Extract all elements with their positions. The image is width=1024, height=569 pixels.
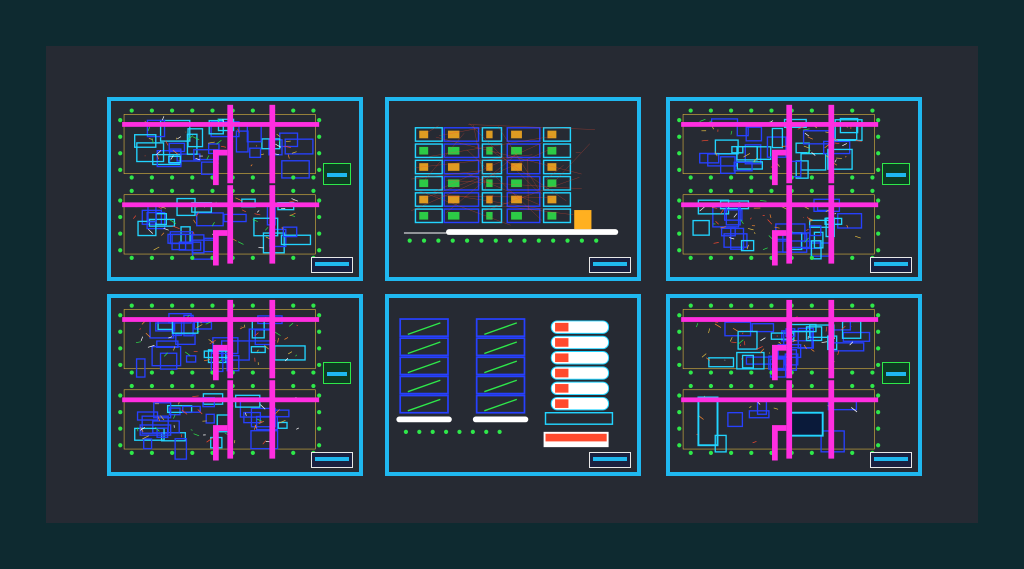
sheet-floor-plan-2[interactable] — [666, 97, 922, 281]
title-block — [870, 257, 912, 273]
sections-drawing — [396, 318, 614, 448]
floor-plan-drawing — [118, 104, 322, 266]
sheet-floor-plan-4[interactable] — [666, 294, 922, 476]
elevation-drawing — [403, 123, 619, 243]
title-block — [870, 452, 912, 468]
floor-plan-drawing — [118, 299, 322, 461]
drawing-canvas[interactable] — [46, 46, 978, 523]
sheet-floor-plan-1[interactable] — [107, 97, 363, 281]
sheet-elevation[interactable] — [385, 97, 641, 281]
title-block — [589, 257, 631, 273]
floor-plan-drawing — [677, 299, 881, 461]
legend-box — [882, 362, 910, 384]
floor-plan-drawing — [677, 104, 881, 266]
sheet-floor-plan-3[interactable] — [107, 294, 363, 476]
title-block — [589, 452, 631, 468]
legend-box — [882, 163, 910, 185]
sheet-sections[interactable] — [385, 294, 641, 476]
title-block — [311, 452, 353, 468]
legend-box — [323, 163, 351, 185]
title-block — [311, 257, 353, 273]
legend-box — [323, 362, 351, 384]
